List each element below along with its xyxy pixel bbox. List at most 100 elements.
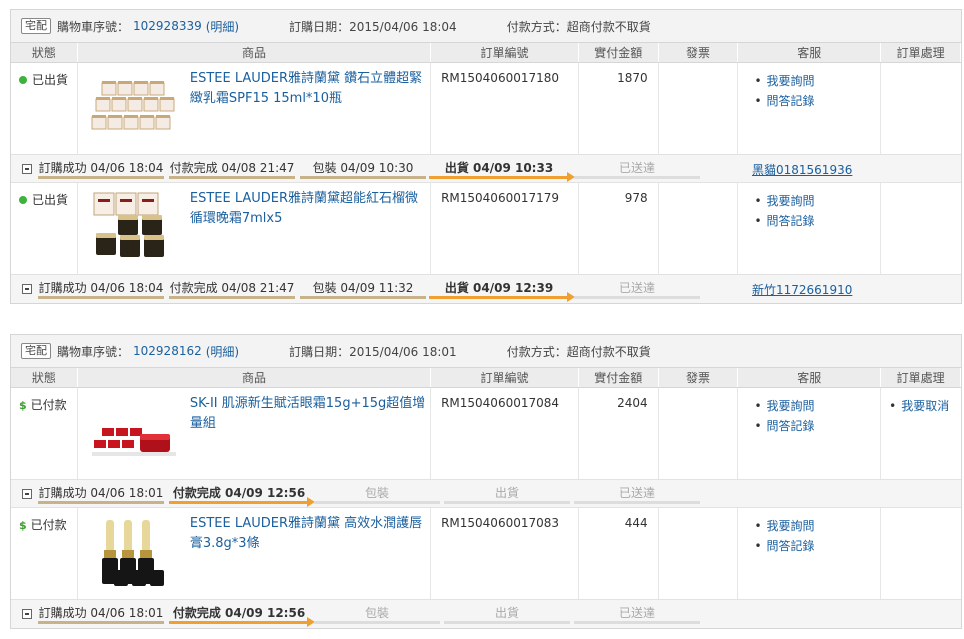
detail-link[interactable]: (明細) [206, 18, 239, 35]
col-process: 訂單處理 [881, 368, 961, 387]
step-label: 出貨 04/09 10:33 [444, 161, 554, 175]
cancel-order-link[interactable]: 我要取消 [889, 396, 961, 416]
step-paid: 付款完成 04/09 12:56 [169, 484, 315, 507]
invoice-cell [659, 63, 739, 154]
status-text: 已出貨 [32, 193, 69, 207]
step-delivered: 已送達 [574, 604, 700, 626]
payment-method: 付款方式：超商付款不取貨 [507, 343, 651, 360]
col-status: 狀態 [11, 43, 78, 62]
ask-link[interactable]: 我要詢問 [754, 71, 880, 91]
status-cell: $ 已付款 [11, 388, 78, 479]
step-label: 包裝 [364, 486, 389, 500]
step-delivered: 已送達 [574, 279, 700, 301]
cart-no-link[interactable]: 102928339 [133, 19, 202, 33]
step-bar [574, 621, 700, 624]
step-bar [38, 296, 164, 299]
step-label: 付款完成 04/08 21:47 [169, 161, 295, 175]
column-header: 狀態 商品 訂單編號 實付金額 發票 客服 訂單處理 [11, 43, 961, 63]
order-date-label: 訂購日期： [289, 19, 350, 34]
product-image[interactable] [88, 394, 184, 470]
service-cell: 我要詢問 問答記錄 [738, 63, 882, 154]
order-card-2: 宅配 購物車序號： 102928162 (明細) 訂購日期：2015/04/06… [10, 334, 962, 629]
product-cell: ESTEE LAUDER雅詩蘭黛 鑽石立體超緊緻乳霜SPF15 15ml*10瓶 [78, 63, 432, 154]
step-label: 包裝 04/09 11:32 [312, 281, 414, 295]
qa-history-link[interactable]: 問答記錄 [754, 91, 880, 111]
tracking-link[interactable]: 黑貓0181561936 [752, 161, 852, 178]
qa-history-link[interactable]: 問答記錄 [754, 416, 880, 436]
delivery-tag: 宅配 [21, 18, 51, 34]
cart-no-label: 購物車序號： [57, 344, 130, 359]
paid-cell: 978 [579, 183, 659, 274]
step-bar [38, 621, 164, 624]
product-link[interactable]: ESTEE LAUDER雅詩蘭黛超能紅石榴微循環晚霜7mlx5 [184, 189, 430, 274]
detail-link[interactable]: (明細) [206, 343, 239, 360]
status-text: 已付款 [30, 398, 67, 412]
step-delivered: 已送達 [574, 484, 700, 506]
col-status: 狀態 [11, 368, 78, 387]
step-paid: 付款完成 04/09 12:56 [169, 604, 315, 627]
order-date-value: 2015/04/06 18:04 [349, 19, 457, 34]
step-bar [444, 501, 570, 504]
cart-no-label: 購物車序號： [57, 19, 130, 34]
ask-link[interactable]: 我要詢問 [754, 396, 880, 416]
progress-tracker: 訂購成功 04/06 18:04 付款完成 04/08 21:47 包裝 04/… [11, 275, 961, 303]
invoice-cell [659, 388, 739, 479]
process-cell [881, 63, 961, 154]
status-text: 已出貨 [32, 73, 69, 87]
process-list: 我要取消 [889, 396, 961, 416]
step-bar [574, 296, 700, 299]
step-bar [574, 176, 700, 179]
col-invoice: 發票 [659, 43, 739, 62]
step-packed: 包裝 04/09 11:32 [300, 279, 426, 301]
product-link[interactable]: ESTEE LAUDER雅詩蘭黛 鑽石立體超緊緻乳霜SPF15 15ml*10瓶 [184, 69, 430, 154]
step-ordered: 訂購成功 04/06 18:04 [38, 159, 164, 181]
collapse-minus-icon[interactable] [22, 609, 32, 619]
cart-no-link[interactable]: 102928162 [133, 344, 202, 358]
step-packed: 包裝 [314, 604, 440, 626]
step-packed: 包裝 [314, 484, 440, 506]
order-no-cell: RM1504060017083 [431, 508, 579, 599]
collapse-minus-icon[interactable] [22, 284, 32, 294]
step-label: 訂購成功 04/06 18:01 [38, 486, 164, 500]
col-product: 商品 [78, 368, 432, 387]
step-bar [574, 501, 700, 504]
step-label: 訂購成功 04/06 18:04 [38, 281, 164, 295]
step-shipped: 出貨 [444, 484, 570, 506]
step-shipped: 出貨 [444, 604, 570, 626]
order-no-cell: RM1504060017180 [431, 63, 579, 154]
col-order-no: 訂單編號 [431, 43, 579, 62]
collapse-minus-icon[interactable] [22, 489, 32, 499]
step-ordered: 訂購成功 04/06 18:01 [38, 484, 164, 506]
step-label: 包裝 [364, 606, 389, 620]
product-link[interactable]: ESTEE LAUDER雅詩蘭黛 高效水潤護唇膏3.8g*3條 [184, 514, 430, 599]
delivery-tag: 宅配 [21, 343, 51, 359]
order-no-cell: RM1504060017084 [431, 388, 579, 479]
tracking-link[interactable]: 新竹1172661910 [752, 281, 852, 298]
product-cell: ESTEE LAUDER雅詩蘭黛 高效水潤護唇膏3.8g*3條 [78, 508, 432, 599]
ask-link[interactable]: 我要詢問 [754, 516, 880, 536]
service-cell: 我要詢問 問答記錄 [738, 508, 882, 599]
qa-history-link[interactable]: 問答記錄 [754, 211, 880, 231]
step-bar [444, 621, 570, 624]
collapse-minus-icon[interactable] [22, 164, 32, 174]
step-bar [314, 621, 440, 624]
table-row: 已出貨 ESTEE LAUDER雅詩蘭黛 鑽石立體超緊緻乳霜SPF15 15ml… [11, 63, 961, 155]
invoice-cell [659, 183, 739, 274]
status-cell: 已出貨 [11, 183, 78, 274]
step-delivered: 已送達 [574, 159, 700, 181]
table-row: $ 已付款 SK-II 肌源新生賦活眼霜15g+15g超值增量組 RM150406… [11, 388, 961, 480]
status-text: 已付款 [30, 518, 67, 532]
product-image[interactable] [88, 514, 184, 590]
product-link[interactable]: SK-II 肌源新生賦活眼霜15g+15g超值增量組 [184, 394, 430, 479]
step-bar [169, 296, 295, 299]
product-image[interactable] [88, 69, 184, 145]
col-process: 訂單處理 [881, 43, 961, 62]
step-label: 付款完成 04/08 21:47 [169, 281, 295, 295]
column-header: 狀態 商品 訂單編號 實付金額 發票 客服 訂單處理 [11, 368, 961, 388]
step-label: 訂購成功 04/06 18:04 [38, 161, 164, 175]
step-bar [169, 176, 295, 179]
ask-link[interactable]: 我要詢問 [754, 191, 880, 211]
step-label: 付款完成 04/09 12:56 [172, 606, 306, 620]
qa-history-link[interactable]: 問答記錄 [754, 536, 880, 556]
product-image[interactable] [88, 189, 184, 265]
